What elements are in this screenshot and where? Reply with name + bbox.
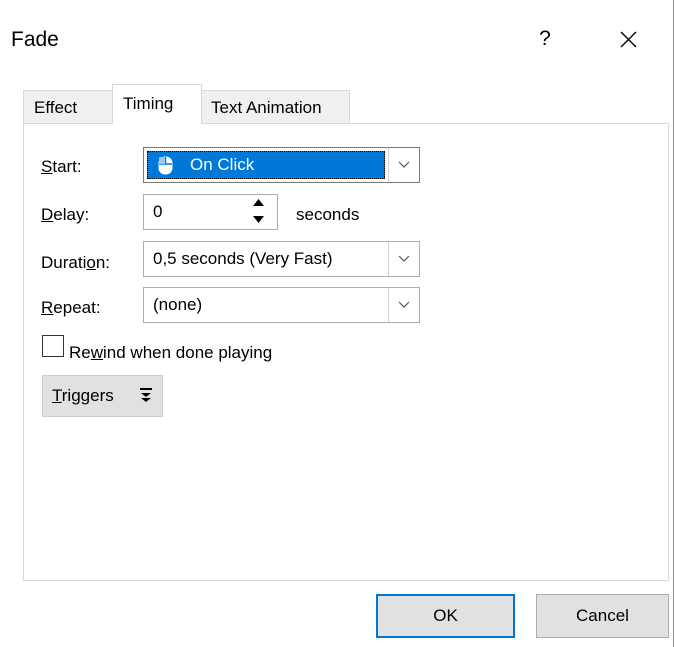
fade-dialog: Fade ? Effect Timing Text Animation Star… [0,0,674,647]
triggers-label: Triggers [52,386,114,405]
delay-increment-button[interactable] [242,195,277,212]
arrow-up-icon [253,199,264,206]
chevron-down-icon [398,301,410,308]
start-selected-value: On Click [147,151,385,179]
help-button[interactable]: ? [530,22,560,56]
chevron-down-icon [398,255,410,262]
expand-down-icon [140,388,152,402]
tab-effect[interactable]: Effect [23,90,115,124]
repeat-dropdown-button[interactable] [388,288,419,322]
start-value: On Click [190,155,255,174]
start-label: Start: [41,157,82,176]
delay-spin-buttons [242,195,277,229]
triggers-button[interactable]: Triggers [42,375,163,417]
repeat-select[interactable]: (none) [143,287,420,323]
delay-stepper[interactable]: 0 [143,194,278,230]
delay-label: Delay: [41,205,90,224]
start-dropdown-button[interactable] [388,148,419,182]
dialog-title: Fade [11,28,59,51]
duration-label: Duration: [41,253,111,272]
title-bar: Fade ? [0,0,674,84]
tab-timing[interactable]: Timing [112,84,202,124]
close-icon [620,31,637,48]
ok-button[interactable]: OK [376,594,515,638]
duration-select[interactable]: 0,5 seconds (Very Fast) [143,241,420,277]
delay-decrement-button[interactable] [242,212,277,229]
close-button[interactable] [606,22,650,56]
tab-text-animation[interactable]: Text Animation [200,90,350,124]
chevron-down-icon [398,161,410,168]
rewind-checkbox[interactable] [42,335,64,357]
start-select[interactable]: On Click [143,147,420,183]
repeat-label: Repeat: [41,298,101,317]
arrow-down-icon [253,216,264,223]
duration-value: 0,5 seconds (Very Fast) [153,249,333,268]
delay-unit: seconds [296,205,360,224]
repeat-value: (none) [153,295,203,314]
rewind-label[interactable]: Rewind when done playing [69,343,272,363]
duration-dropdown-button[interactable] [388,242,419,276]
mouse-icon [158,156,173,175]
delay-value: 0 [153,202,163,221]
cancel-button[interactable]: Cancel [536,594,669,638]
